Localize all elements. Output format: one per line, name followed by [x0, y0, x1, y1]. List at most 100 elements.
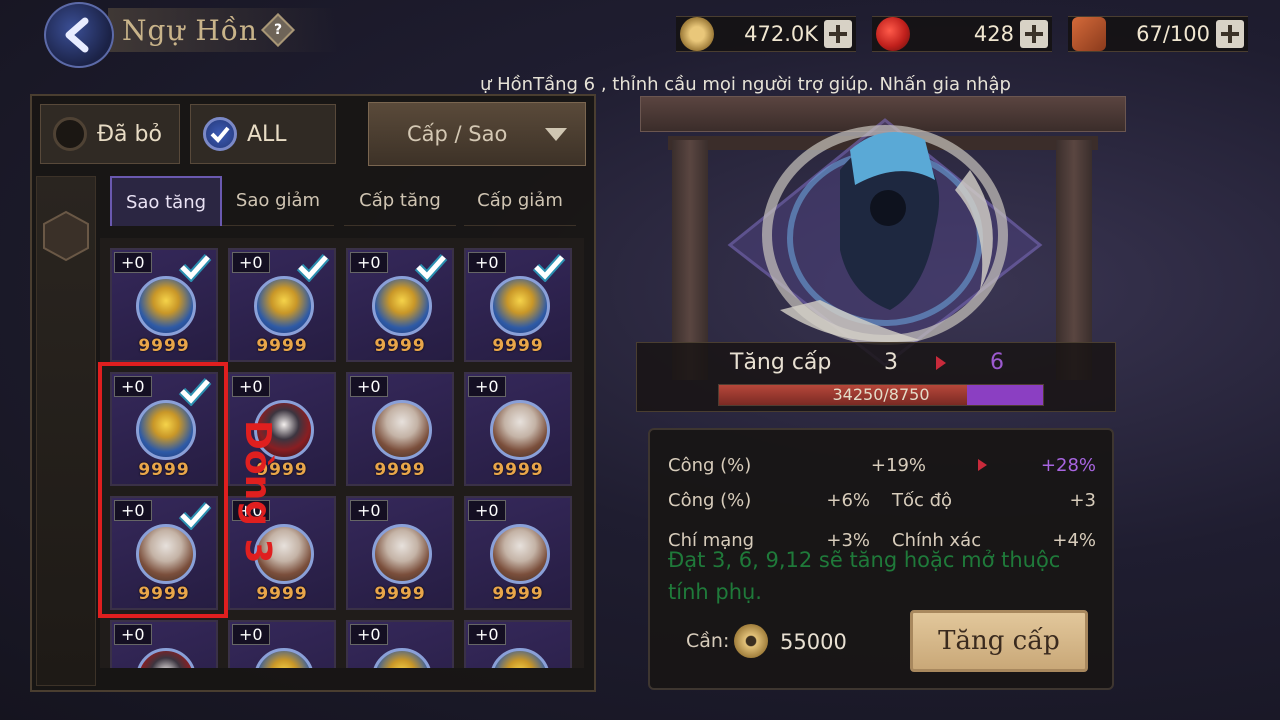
slot-level: +0	[350, 252, 388, 273]
soul-slot[interactable]: +0 9999	[110, 248, 218, 362]
slot-stars: 9999	[492, 584, 544, 604]
sub-stat-value: +6%	[826, 490, 870, 511]
main-stat-next: +28%	[1040, 455, 1096, 476]
back-button[interactable]	[44, 2, 114, 68]
slot-level: +0	[468, 624, 506, 645]
soul-slot[interactable]: +0 9999	[346, 372, 454, 486]
help-symbol: ?	[273, 22, 283, 38]
soul-slot[interactable]: +0 9999	[228, 248, 336, 362]
soul-slot[interactable]: +0	[346, 620, 454, 668]
row-highlight-box	[98, 362, 228, 618]
red-orb-icon	[876, 17, 910, 51]
slot-level: +0	[468, 376, 506, 397]
slot-stars: 9999	[492, 460, 544, 480]
slot-level: +0	[350, 500, 388, 521]
soul-portrait	[490, 400, 550, 460]
slot-stars: 9999	[256, 584, 308, 604]
back-arrow-icon	[65, 17, 89, 53]
soul-slot[interactable]: +0 9999	[464, 248, 572, 362]
soul-slot[interactable]: +0	[464, 620, 572, 668]
soul-portrait	[490, 276, 550, 336]
add-orbs-button[interactable]	[1020, 20, 1048, 48]
orbs-value: 428	[973, 22, 1014, 46]
resource-stamina: 67/100	[1068, 16, 1248, 52]
coins-value: 472.0K	[744, 22, 818, 46]
checkmark-icon	[414, 253, 448, 282]
substat-hint: Đạt 3, 6, 9,12 sẽ tăng hoặc mở thuộc tín…	[668, 548, 1061, 604]
soul-slot[interactable]: +0 9999	[346, 496, 454, 610]
sub-stat-label: Tốc độ	[892, 490, 953, 511]
arrow-right-icon	[936, 356, 946, 370]
soul-portrait	[372, 524, 432, 584]
slot-stars: 9999	[492, 336, 544, 356]
all-label: ALL	[247, 121, 287, 147]
main-stat-label: Công (%)	[668, 455, 752, 476]
resource-orbs: 428	[872, 16, 1052, 52]
upgrade-level-label: Tăng cấp	[730, 350, 832, 375]
xp-text: 34250/8750	[832, 385, 930, 404]
soul-slot[interactable]: +0 9999	[464, 496, 572, 610]
tab-star-descending[interactable]: Sao giảm	[222, 176, 334, 226]
soul-portrait	[372, 276, 432, 336]
add-coins-button[interactable]	[824, 20, 852, 48]
all-radio[interactable]	[203, 117, 237, 151]
cost-label: Cần:	[686, 630, 730, 652]
hexagon-icon[interactable]	[42, 210, 90, 262]
current-level: 3	[884, 350, 898, 375]
checkmark-icon	[532, 253, 566, 282]
sub-stat-value: +3	[1069, 490, 1096, 511]
sort-dropdown-value: Cấp / Sao	[407, 122, 508, 146]
all-filter[interactable]: ALL	[190, 104, 336, 164]
slot-level: +0	[232, 624, 270, 645]
upgrade-button[interactable]: Tăng cấp	[910, 610, 1088, 672]
soul-portrait	[136, 648, 196, 668]
slot-stars: 9999	[138, 336, 190, 356]
soul-slot[interactable]: +0	[110, 620, 218, 668]
slot-level: +0	[114, 624, 152, 645]
meat-icon	[1072, 17, 1106, 51]
slot-level: +0	[468, 500, 506, 521]
soul-portrait	[372, 648, 432, 668]
tab-level-descending[interactable]: Cấp giảm	[464, 176, 576, 226]
add-stamina-button[interactable]	[1216, 20, 1244, 48]
slot-level: +0	[114, 252, 152, 273]
soul-portrait	[372, 400, 432, 460]
checkmark-icon	[210, 126, 230, 143]
soul-portrait	[490, 648, 550, 668]
sort-dropdown[interactable]: Cấp / Sao	[368, 102, 586, 166]
arrow-right-icon	[978, 459, 987, 471]
checkmark-icon	[296, 253, 330, 282]
discarded-radio[interactable]	[53, 117, 87, 151]
sub-stat-label: Công (%)	[668, 490, 752, 511]
row-highlight-label: Dòng 3	[237, 420, 278, 564]
slot-stars: 9999	[256, 336, 308, 356]
tab-level-ascending[interactable]: Cấp tăng	[344, 176, 456, 226]
discarded-filter[interactable]: Đã bỏ	[40, 104, 180, 164]
coin-icon	[734, 624, 768, 658]
slot-stars: 9999	[374, 584, 426, 604]
coin-icon	[680, 17, 714, 51]
slot-level: +0	[350, 376, 388, 397]
checkmark-icon	[178, 253, 212, 282]
slot-level: +0	[350, 624, 388, 645]
discarded-label: Đã bỏ	[97, 121, 162, 147]
stamina-value: 67/100	[1136, 22, 1210, 46]
slot-stars: 9999	[374, 460, 426, 480]
slot-level: +0	[468, 252, 506, 273]
next-level: 6	[990, 350, 1004, 375]
slot-level: +0	[232, 376, 270, 397]
soul-slot[interactable]: +0 9999	[346, 248, 454, 362]
soul-portrait	[254, 276, 314, 336]
soul-portrait	[136, 276, 196, 336]
soul-slot[interactable]: +0	[228, 620, 336, 668]
title-bar: Ngự Hồn ?	[108, 8, 338, 52]
help-icon[interactable]: ?	[260, 13, 295, 47]
soul-slot[interactable]: +0 9999	[464, 372, 572, 486]
resource-coins: 472.0K	[676, 16, 856, 52]
soul-portrait	[490, 524, 550, 584]
main-stat-current: +19%	[870, 455, 926, 476]
page-title: Ngự Hồn	[122, 13, 258, 47]
slot-stars: 9999	[374, 336, 426, 356]
tab-star-ascending[interactable]: Sao tăng	[110, 176, 222, 226]
soul-character-art	[727, 118, 1043, 367]
